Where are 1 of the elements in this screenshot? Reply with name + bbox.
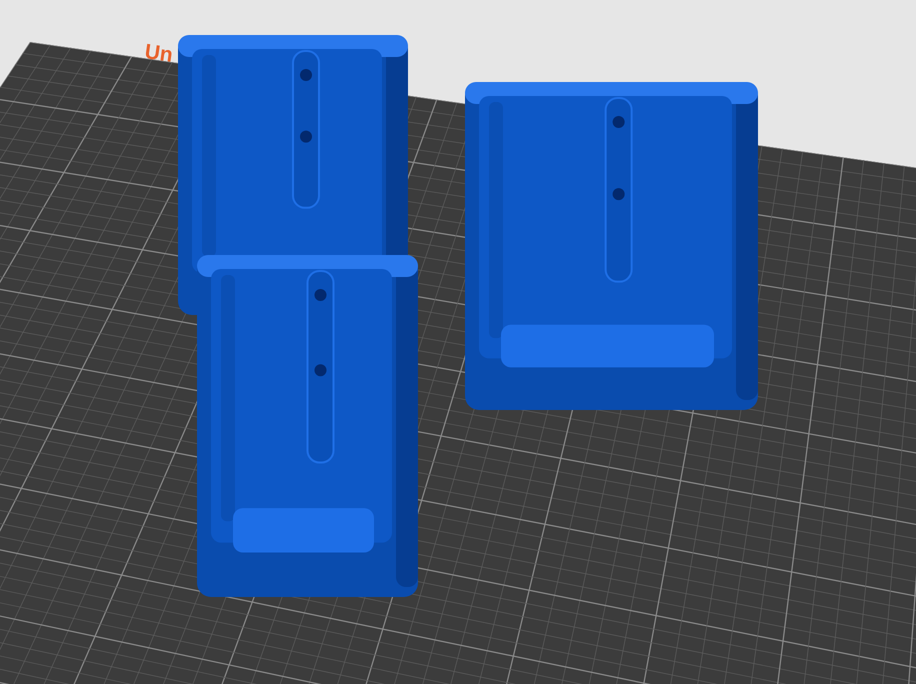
plate-label: Un xyxy=(143,40,174,67)
